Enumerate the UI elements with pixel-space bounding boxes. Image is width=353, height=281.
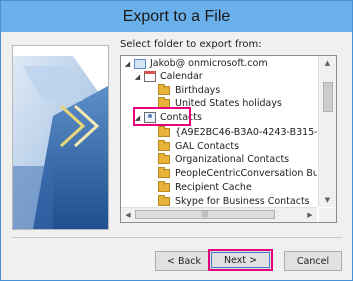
tree-item-label: United States holidays [175, 98, 282, 109]
tree-item-label: PeopleCentricConversation Buddies [175, 168, 317, 179]
folder-tree[interactable]: ◢ Jakob@ onmicrosoft.com ◢ Calendar Birt… [120, 55, 337, 223]
calendar-icon [144, 71, 156, 82]
collapse-arrow-icon[interactable]: ◢ [123, 60, 132, 68]
tree-item-label: Calendar [160, 71, 203, 82]
tree-item-label: Jakob@ onmicrosoft.com [150, 58, 268, 69]
tree-item-peoplecentric[interactable]: PeopleCentricConversation Buddies [158, 167, 317, 180]
tree-item-calendar[interactable]: ◢ Calendar [133, 70, 203, 83]
scrollbar-corner [319, 208, 336, 222]
tree-item-gal-contacts[interactable]: GAL Contacts [158, 140, 239, 153]
vertical-scrollbar[interactable]: ▲ ▼ [318, 56, 336, 207]
next-button[interactable]: Next > [208, 249, 273, 271]
tree-item-skype-contacts[interactable]: Skype for Business Contacts [158, 195, 310, 207]
dialog-divider [12, 237, 342, 238]
vertical-scroll-thumb[interactable] [323, 82, 333, 112]
tree-item-label: GAL Contacts [175, 141, 240, 152]
back-button[interactable]: < Back [155, 251, 213, 271]
folder-icon [158, 140, 170, 151]
folder-icon [158, 195, 170, 206]
collapse-arrow-icon[interactable]: ◢ [133, 73, 142, 81]
dialog-title: Export to a File [122, 7, 231, 25]
tree-item-label: {A9E2BC46-B3A0-4243-B315-60D99 [175, 127, 317, 138]
wizard-art-image [13, 46, 108, 229]
select-folder-prompt: Select folder to export from: [120, 39, 262, 50]
scroll-left-icon[interactable]: ◀ [121, 208, 135, 222]
cancel-button[interactable]: Cancel [284, 251, 342, 271]
tree-item-guid-folder[interactable]: {A9E2BC46-B3A0-4243-B315-60D99 [158, 126, 317, 139]
mailbox-icon [134, 58, 146, 69]
wizard-graphic [12, 45, 109, 230]
tree-item-birthdays[interactable]: Birthdays [158, 84, 220, 97]
tree-item-label: Organizational Contacts [175, 154, 290, 165]
export-dialog: Export to a File Select folder to export… [0, 0, 353, 281]
tree-item-label: Birthdays [175, 85, 221, 96]
contacts-highlight-box [133, 107, 191, 126]
tree-item-label: Recipient Cache [175, 182, 252, 193]
tree-item-label: Skype for Business Contacts [175, 196, 310, 207]
scroll-up-icon[interactable]: ▲ [319, 56, 336, 70]
folder-tree-rows: ◢ Jakob@ onmicrosoft.com ◢ Calendar Birt… [121, 56, 317, 207]
folder-icon [158, 167, 170, 178]
scroll-down-icon[interactable]: ▼ [319, 193, 336, 207]
folder-icon [158, 126, 170, 137]
folder-icon [158, 153, 170, 164]
horizontal-scrollbar[interactable]: ◀ ||| ▶ [121, 207, 317, 222]
tree-item-mailbox[interactable]: ◢ Jakob@ onmicrosoft.com [123, 57, 268, 70]
scroll-right-icon[interactable]: ▶ [303, 208, 317, 222]
tree-item-organizational-contacts[interactable]: Organizational Contacts [158, 153, 289, 166]
folder-icon [158, 84, 170, 95]
folder-icon [158, 181, 170, 192]
tree-item-recipient-cache[interactable]: Recipient Cache [158, 181, 252, 194]
horizontal-scroll-thumb[interactable]: ||| [135, 210, 275, 219]
title-bar: Export to a File [1, 1, 352, 32]
